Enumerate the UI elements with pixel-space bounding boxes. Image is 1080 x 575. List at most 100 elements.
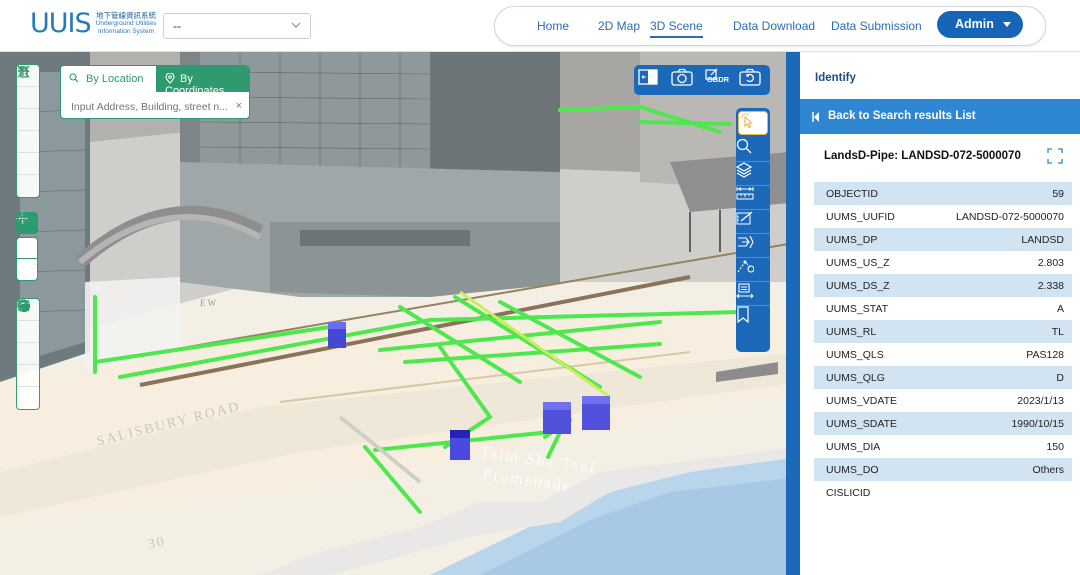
measure-area-button[interactable] (736, 210, 770, 234)
rotate-button[interactable] (16, 213, 38, 259)
attribute-value: Others (921, 458, 1072, 481)
fullscreen-icon[interactable] (1047, 148, 1063, 164)
attribute-value: 1990/10/15 (921, 412, 1072, 435)
nav-3d-scene[interactable]: 3D Scene (650, 19, 703, 38)
search-tool-button[interactable] (736, 138, 770, 162)
camera-toolbar (16, 212, 40, 281)
nav-home[interactable]: Home (537, 19, 569, 33)
flow-trace-button[interactable] (736, 234, 770, 258)
attribute-key: UUMS_DP (814, 228, 922, 251)
bookmark-button[interactable] (736, 306, 770, 330)
measure-distance-button[interactable] (736, 186, 770, 210)
gbdr-button[interactable]: GBDR (705, 68, 731, 92)
attribute-key: UUMS_RL (814, 320, 922, 343)
attribute-key: OBJECTID (814, 182, 922, 205)
attribute-row: UUMS_US_Z 2.803 (814, 251, 1072, 274)
expand-arrows-icon (17, 65, 30, 78)
layers-icon (736, 162, 752, 178)
attribute-value (921, 481, 1072, 504)
back-to-results-button[interactable]: Back to Search results List (800, 99, 1080, 134)
flow-arrows-icon (738, 235, 754, 249)
full-extent-button[interactable] (17, 65, 39, 197)
camera-rotate-icon (739, 68, 761, 86)
compass-button[interactable] (16, 212, 38, 281)
attribute-value: LANDSD-072-5000070 (956, 210, 1064, 223)
attribute-value: 150 (1046, 440, 1064, 453)
line-of-sight-button[interactable] (736, 258, 770, 282)
layers-toolbar (16, 298, 40, 410)
attribute-row: CISLICID (814, 481, 1072, 504)
logo-english-2: Information System (97, 28, 154, 35)
screenshot-button[interactable] (671, 68, 697, 92)
split-view-button[interactable] (638, 68, 664, 92)
nav-2d-map[interactable]: 2D Map (598, 19, 640, 33)
attribute-row: UUMS_DO Others (814, 458, 1072, 481)
attribute-key: UUMS_DIA (826, 440, 881, 453)
tab-by-location[interactable]: By Location (61, 66, 156, 92)
logo-english-1: Underground Utilities (95, 20, 157, 27)
attribute-key: CISLICID (826, 486, 871, 499)
3d-scene-canvas (0, 52, 800, 575)
ruler-icon (736, 187, 754, 200)
camera-view-button[interactable] (739, 68, 765, 92)
header: UUIS 地下管線資訊系統 Underground Utilities Info… (0, 0, 1080, 52)
project-select-value: -- (173, 19, 181, 33)
analysis-toolbar (736, 108, 770, 352)
attribute-key: UUMS_QLG (814, 366, 922, 389)
identify-panel-body: Identify Back to Search results List Lan… (800, 52, 1080, 575)
attribute-row: UUMS_DIA 150 (814, 435, 1072, 458)
attribute-key: UUMS_DS_Z (814, 274, 922, 297)
attribute-value: TL (921, 320, 1072, 343)
nav-data-submission[interactable]: Data Submission (831, 19, 922, 33)
attribute-key: UUMS_DO (814, 458, 922, 481)
logo[interactable]: UUIS 地下管線資訊系統 Underground Utilities Info… (30, 9, 156, 39)
identify-panel: Identify Back to Search results List Lan… (786, 52, 1080, 575)
globe-button[interactable] (17, 299, 39, 387)
split-view-icon (638, 69, 658, 85)
edit-export-icon (705, 68, 718, 80)
search-input[interactable] (71, 99, 231, 115)
camera-icon (671, 68, 693, 86)
attribute-row: UUMS_QLS PAS128 (814, 343, 1072, 366)
attribute-key: UUMS_STAT (826, 302, 889, 315)
attribute-row: OBJECTID 59 (814, 182, 1072, 205)
profile-icon (736, 283, 754, 299)
search-clear-button[interactable]: × (236, 100, 242, 112)
panel-resize-handle[interactable] (786, 52, 800, 575)
caret-down-icon (1003, 22, 1011, 27)
attribute-value: 2.803 (1037, 256, 1064, 269)
attribute-row: UUMS_UUFID LANDSD-072-5000070 (814, 205, 1072, 228)
map-label-ew: EW (200, 298, 218, 308)
attribute-key: UUMS_QLS (826, 348, 884, 361)
attribute-key: UUMS_VDATE (826, 394, 897, 407)
basemap-button[interactable] (17, 299, 39, 365)
panel-title: Identify (815, 72, 856, 84)
undo-button[interactable] (17, 65, 39, 175)
back-arrow-icon (812, 112, 819, 122)
layer-list-button[interactable] (736, 162, 770, 186)
trash-icon (19, 299, 28, 312)
attribute-key: UUMS_UUFID (826, 210, 895, 223)
project-select[interactable]: -- (163, 13, 311, 39)
attribute-value: PAS128 (1026, 348, 1064, 361)
zoom-out-button[interactable] (17, 70, 39, 131)
identify-button[interactable] (738, 111, 768, 135)
search-icon (736, 138, 752, 154)
chevron-down-icon (291, 22, 301, 28)
pointer-click-icon (741, 113, 753, 128)
attribute-key: UUMS_US_Z (826, 256, 890, 269)
admin-user-button[interactable]: Admin (937, 11, 1023, 38)
search-icon (69, 73, 79, 83)
cross-section-button[interactable] (736, 282, 770, 306)
zoom-in-button[interactable] (17, 66, 39, 109)
legend-button[interactable] (17, 300, 39, 343)
clear-button[interactable] (17, 299, 39, 409)
redo-button[interactable] (17, 65, 39, 153)
navigation-toolbar (16, 64, 40, 198)
tab-by-coordinates[interactable]: By Coordinates (156, 66, 249, 97)
nav-data-download[interactable]: Data Download (733, 19, 815, 33)
attribute-value: 2.338 (921, 274, 1072, 297)
area-measure-icon (736, 211, 753, 225)
app-root: UUIS 地下管線資訊系統 Underground Utilities Info… (0, 0, 1080, 575)
3d-map-view[interactable]: SALISBURY ROAD Tsim Sha Tsui Promenade 3… (0, 52, 800, 575)
